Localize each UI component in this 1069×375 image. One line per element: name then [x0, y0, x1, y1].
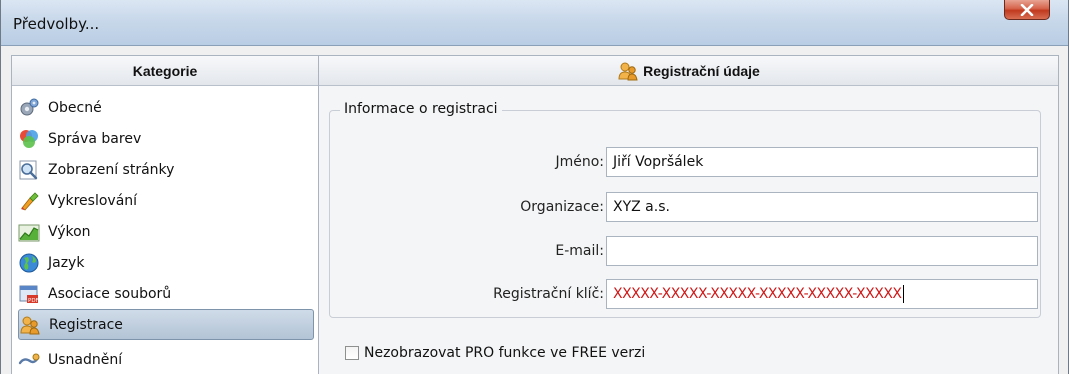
group-title: Informace o registraci — [340, 101, 502, 117]
category-header: Kategorie — [12, 56, 318, 86]
paint-brush-icon — [21, 191, 39, 211]
name-field[interactable]: Jiří Vopršálek — [606, 147, 1038, 177]
preferences-window: Předvolby... Kategorie Obecné Správa bar… — [0, 0, 1069, 374]
file-association-icon: PDF — [19, 285, 39, 304]
email-label: E-mail: — [555, 243, 604, 259]
category-label: Vykreslování — [48, 192, 138, 209]
email-row: E-mail: — [330, 236, 1042, 266]
category-label: Jazyk — [48, 254, 85, 271]
category-item-registrace[interactable]: Registrace — [18, 309, 314, 340]
organization-row: Organizace: XYZ a.s. — [330, 192, 1042, 222]
category-label: Asociace souborů — [48, 285, 172, 302]
users-key-icon — [20, 316, 40, 334]
category-label: Výkon — [48, 223, 91, 240]
close-button[interactable] — [1004, 0, 1050, 20]
organization-label: Organizace: — [520, 199, 604, 215]
registration-info-group: Informace o registraci Jméno: Jiří Voprš… — [329, 101, 1042, 318]
globe-icon — [19, 253, 39, 272]
performance-chart-icon — [18, 224, 40, 241]
key-row: Registrační klíč: XXXXX-XXXXX-XXXXX-XXXX… — [330, 279, 1042, 309]
category-item-zobrazeni-stranky[interactable]: Zobrazení stránky — [18, 154, 314, 185]
key-label: Registrační klíč: — [493, 286, 604, 302]
category-label: Zobrazení stránky — [48, 161, 175, 178]
content-header: Registrační údaje — [319, 56, 1058, 86]
category-label: Registrace — [49, 316, 123, 333]
svg-text:PDF: PDF — [28, 298, 39, 304]
category-label: Usnadnění — [48, 351, 123, 368]
hide-pro-features-checkbox[interactable] — [345, 346, 359, 360]
category-item-jazyk[interactable]: Jazyk — [18, 247, 314, 278]
users-key-icon — [618, 62, 638, 80]
category-panel: Kategorie Obecné Správa barev Zobrazení … — [11, 55, 319, 374]
key-value: XXXXX-XXXXX-XXXXX-XXXXX-XXXXX-XXXXX — [613, 286, 902, 302]
registration-key-field[interactable]: XXXXX-XXXXX-XXXXX-XXXXX-XXXXX-XXXXX — [606, 279, 1038, 309]
window-title: Předvolby... — [13, 15, 100, 33]
category-item-asociace-souboru[interactable]: PDF Asociace souborů — [18, 278, 314, 309]
content-panel: Registrační údaje Informace o registraci… — [319, 55, 1059, 374]
category-list: Obecné Správa barev Zobrazení stránky Vy… — [12, 86, 318, 375]
accessibility-icon — [18, 353, 40, 364]
gears-icon — [20, 98, 39, 115]
content-header-title: Registrační údaje — [643, 62, 760, 79]
name-value: Jiří Vopršálek — [613, 154, 704, 170]
category-label: Obecné — [48, 99, 102, 116]
organization-field[interactable]: XYZ a.s. — [606, 192, 1038, 222]
title-bar: Předvolby... — [1, 0, 1068, 46]
close-icon — [1020, 3, 1034, 16]
hide-pro-features-option[interactable]: Nezobrazovat PRO funkce ve FREE verzi — [345, 345, 645, 361]
category-label: Správa barev — [48, 130, 142, 147]
text-caret — [902, 285, 904, 303]
name-label: Jméno: — [555, 154, 604, 170]
name-row: Jméno: Jiří Vopršálek — [330, 147, 1042, 177]
category-item-sprava-barev[interactable]: Správa barev — [18, 123, 314, 154]
category-item-vykreslovani[interactable]: Vykreslování — [18, 185, 314, 216]
color-circles-icon — [20, 129, 38, 148]
category-item-vykon[interactable]: Výkon — [18, 216, 314, 247]
category-item-usnadneni[interactable]: Usnadnění — [18, 344, 314, 375]
hide-pro-features-label: Nezobrazovat PRO funkce ve FREE verzi — [364, 345, 646, 361]
category-item-obecne[interactable]: Obecné — [18, 92, 314, 123]
email-field[interactable] — [606, 236, 1038, 266]
organization-value: XYZ a.s. — [613, 199, 670, 215]
magnifier-icon — [19, 160, 38, 179]
